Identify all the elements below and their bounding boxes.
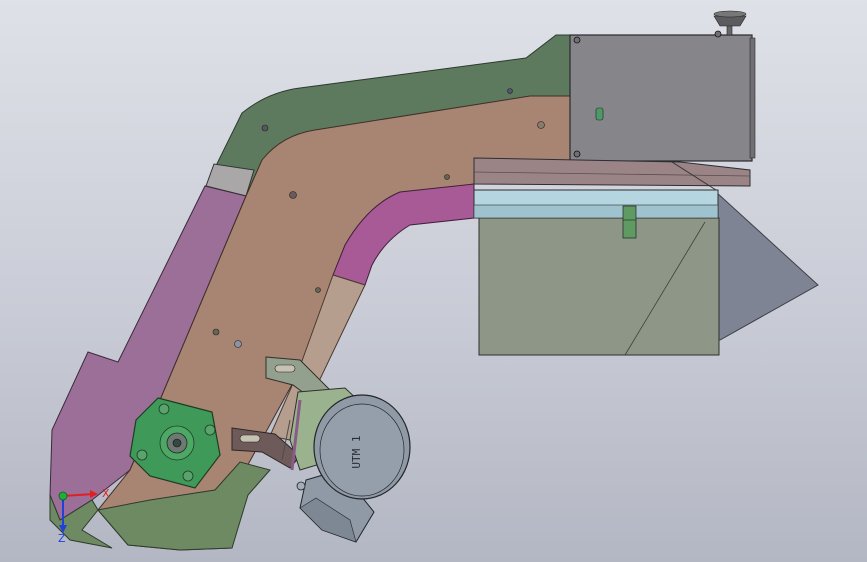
mount-hole [444, 174, 450, 180]
housing-bolt [573, 150, 581, 158]
triad-y-origin [58, 491, 68, 501]
slot-hole [239, 434, 261, 443]
mount-hole [261, 124, 269, 132]
mount-hole [537, 121, 545, 129]
hopper-latch[interactable] [622, 205, 637, 239]
leveling-foot-pad[interactable] [713, 15, 747, 27]
discharge-wedge[interactable] [715, 190, 819, 341]
motor-nameplate-label: UTM 1 [350, 435, 363, 468]
mount-hole [315, 287, 321, 293]
bearing-bolt [204, 424, 216, 436]
mount-hole [289, 191, 297, 199]
hopper-body[interactable] [478, 217, 720, 356]
housing-bolt [573, 36, 581, 44]
bearing-bolt [182, 470, 194, 482]
triad-x-label: X [102, 487, 110, 500]
bearing-shaft-center [172, 438, 182, 448]
mount-hole [507, 88, 513, 94]
slot-hole [274, 364, 296, 373]
bearing-bolt [136, 449, 148, 461]
motor-bolt [296, 481, 306, 491]
gearbox-housing[interactable] [569, 34, 753, 162]
mounting-bar[interactable] [473, 157, 751, 187]
hopper-rim-lower [473, 204, 719, 219]
leveling-foot-cap [713, 10, 747, 18]
gearbox-housing-side [749, 37, 756, 159]
bearing-bolt [158, 403, 170, 415]
triad-z-label: Z [58, 532, 66, 545]
gearbox-indicator[interactable] [595, 107, 604, 121]
cad-viewport[interactable]: UTM 1 X Z [0, 0, 867, 562]
mount-hole [234, 340, 242, 348]
mount-hole [212, 328, 220, 336]
housing-bolt [714, 30, 722, 38]
cad-model-scene: UTM 1 X Z [49, 10, 819, 551]
